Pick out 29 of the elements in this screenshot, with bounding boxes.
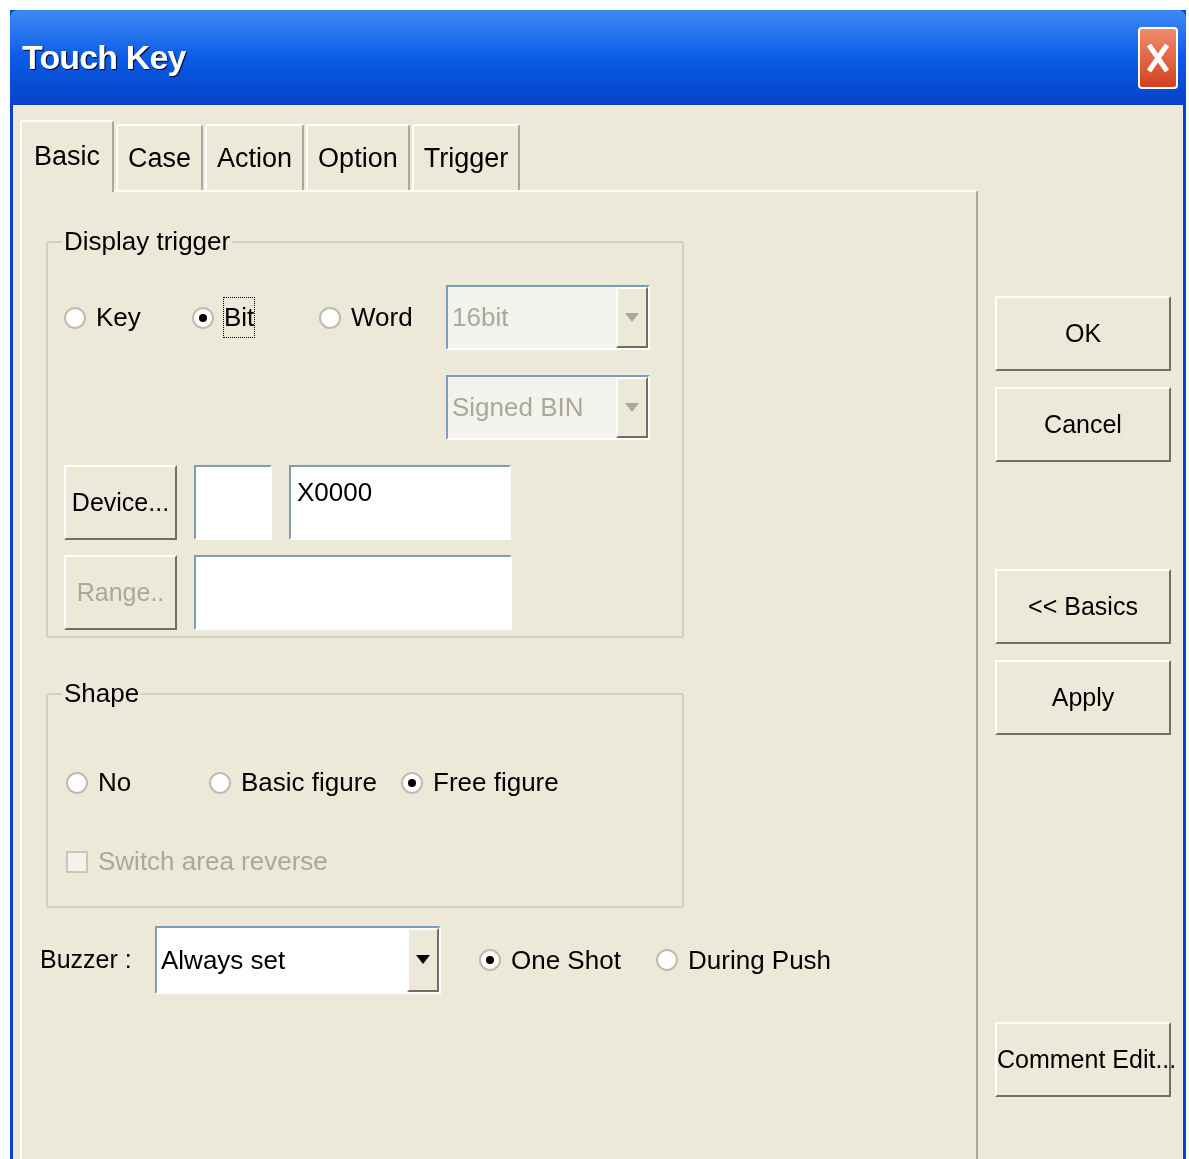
push-button[interactable]: Apply — [995, 660, 1171, 735]
radio-button[interactable]: Bit — [192, 298, 319, 337]
push-button[interactable]: << Basics — [995, 569, 1171, 644]
tab[interactable]: Option — [306, 124, 410, 190]
window-title: Touch Key — [22, 37, 186, 78]
buzzer-label: Buzzer : — [40, 944, 133, 976]
push-button[interactable]: Device... — [64, 465, 177, 540]
tab[interactable]: Basic — [20, 120, 115, 192]
group-title: Shape — [63, 677, 141, 710]
tab[interactable]: Case — [116, 124, 204, 190]
radio-button[interactable]: One Shot — [479, 940, 656, 980]
radio-button[interactable]: Basic figure — [209, 763, 401, 802]
tab[interactable]: Trigger — [411, 124, 521, 190]
radio-button[interactable]: Free figure — [401, 763, 601, 802]
caret-icon — [416, 955, 430, 965]
close-button[interactable] — [1138, 26, 1178, 89]
group-title: Display trigger — [63, 225, 232, 258]
radio-button[interactable]: During Push — [656, 940, 856, 980]
input-field[interactable]: X0000 — [289, 465, 511, 540]
push-button[interactable]: Cancel — [995, 387, 1171, 462]
push-button[interactable]: OK — [995, 296, 1171, 371]
dropdown[interactable]: Always set — [155, 926, 441, 994]
radio-button[interactable]: Key — [64, 298, 192, 337]
input-field[interactable] — [194, 555, 512, 630]
input-field[interactable] — [194, 465, 272, 540]
tab[interactable]: Action — [205, 124, 305, 190]
caret-icon — [625, 402, 639, 413]
caret-icon — [625, 312, 639, 323]
radio-button[interactable]: No — [66, 763, 209, 802]
